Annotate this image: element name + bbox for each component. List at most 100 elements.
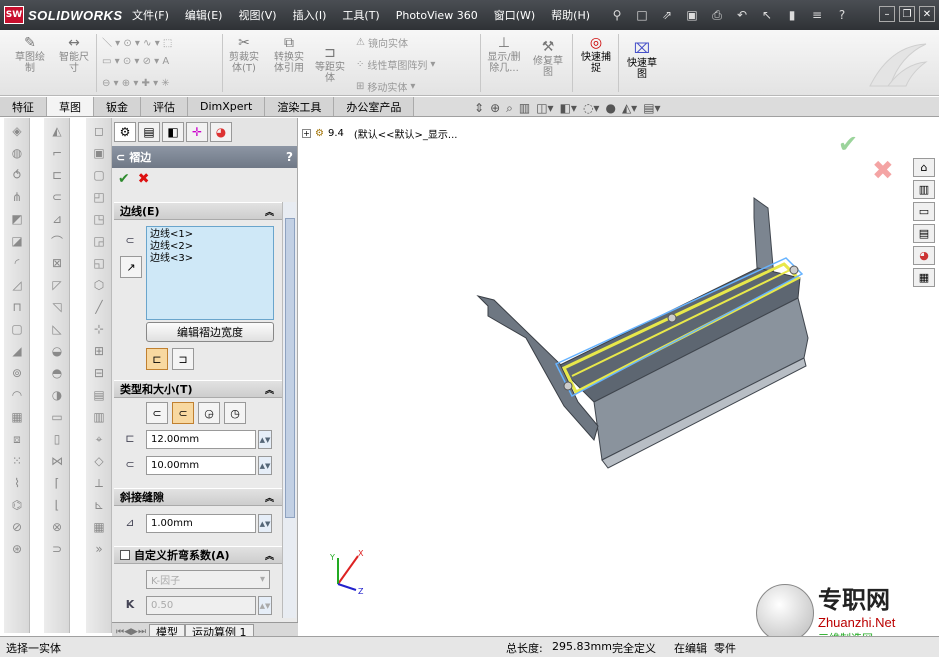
coordinate-tool-icon[interactable]: ⊾ xyxy=(89,496,109,514)
menu-insert[interactable]: 插入(I) xyxy=(285,0,335,30)
bend-outside-icon[interactable]: ⊐ xyxy=(172,348,194,370)
cut-icon[interactable]: ◪ xyxy=(7,232,27,250)
repair-sketch-button[interactable]: ⚒ 修复草 图 xyxy=(528,38,568,79)
scrollbar-thumb[interactable] xyxy=(285,218,295,518)
isometric-icon[interactable]: ⬡ xyxy=(89,276,109,294)
dimxpert-manager-tab-icon[interactable]: ✛ xyxy=(186,122,208,142)
expand-icon[interactable]: + xyxy=(302,129,311,138)
extrude-icon[interactable]: ◈ xyxy=(7,122,27,140)
pattern-feature-icon[interactable]: ⁙ xyxy=(7,452,27,470)
hem-rolled-icon[interactable]: ◷ xyxy=(224,402,246,424)
zoom-to-fit-icon[interactable]: ⇕ xyxy=(474,101,484,116)
reverse-direction-icon[interactable]: ↗ xyxy=(120,256,142,278)
tab-sheet-metal[interactable]: 钣金 xyxy=(94,97,141,116)
pm-scrollbar[interactable] xyxy=(282,202,296,618)
view-bottom-icon[interactable]: ◱ xyxy=(89,254,109,272)
sheet-metal-part[interactable] xyxy=(468,188,828,478)
rib-icon[interactable]: ⊓ xyxy=(7,298,27,316)
sketched-bend-icon[interactable]: ⌒ xyxy=(47,232,67,250)
unfold-icon[interactable]: ◓ xyxy=(47,364,67,382)
minimize-icon[interactable]: – xyxy=(879,6,895,22)
mirror-entities-button[interactable]: ⚠ 镜向实体 xyxy=(356,35,408,50)
view-palette-icon[interactable]: ▤ xyxy=(913,224,935,243)
list-item[interactable]: 边线<1> xyxy=(150,229,270,241)
jog-icon[interactable]: ⊿ xyxy=(47,210,67,228)
shell-icon[interactable]: ▢ xyxy=(7,320,27,338)
gap-distance-input[interactable]: 10.00mm xyxy=(146,456,256,475)
combine-icon[interactable]: ⊛ xyxy=(7,540,27,558)
k-factor-input[interactable]: 0.50 xyxy=(146,596,256,615)
restore-icon[interactable]: ❐ xyxy=(899,6,915,22)
closed-corner-icon[interactable]: ◸ xyxy=(47,276,67,294)
view-right-icon[interactable]: ◳ xyxy=(89,210,109,228)
confirm-ok-icon[interactable]: ✔ xyxy=(838,130,858,158)
menu-edit[interactable]: 编辑(E) xyxy=(177,0,231,30)
scene-icon[interactable]: ◭▾ xyxy=(622,101,637,116)
list-item[interactable]: 边线<3> xyxy=(150,253,270,265)
tab-features[interactable]: 特征 xyxy=(0,97,47,116)
table-tool-icon[interactable]: ▤ xyxy=(89,386,109,404)
loft-icon[interactable]: ⋔ xyxy=(7,188,27,206)
revolve-icon[interactable]: ◍ xyxy=(7,144,27,162)
type-size-group-header[interactable]: 类型和大小(T) ︽ xyxy=(114,380,282,398)
property-manager-tab-icon[interactable]: ▤ xyxy=(138,122,160,142)
box-3d-icon[interactable]: ◻ xyxy=(89,122,109,140)
view-left-icon[interactable]: ◰ xyxy=(89,188,109,206)
chamfer-icon[interactable]: ◿ xyxy=(7,276,27,294)
material-inside-icon[interactable]: ⊏ xyxy=(146,348,168,370)
tab-nav-arrows-icon[interactable]: ⏮◀▶⏭ xyxy=(116,627,146,637)
miter-flange-icon[interactable]: ⊏ xyxy=(47,166,67,184)
custom-properties-icon[interactable]: ▦ xyxy=(913,268,935,287)
relation-tool-icon[interactable]: ⊟ xyxy=(89,364,109,382)
reference-tool-icon[interactable]: ▦ xyxy=(89,518,109,536)
sheet-metal-icon[interactable]: ⊃ xyxy=(47,540,67,558)
sketch-button[interactable]: ✎ 草图绘 制 xyxy=(8,34,52,75)
note-tool-icon[interactable]: ▥ xyxy=(89,408,109,426)
forming-tool-icon[interactable]: ◒ xyxy=(47,342,67,360)
smart-dimension-button[interactable]: ↔ 智能尺 寸 xyxy=(54,34,94,75)
cross-break-icon[interactable]: ⊠ xyxy=(47,254,67,272)
line-tool-icon[interactable]: ╱ xyxy=(89,298,109,316)
rip-icon[interactable]: ⋈ xyxy=(47,452,67,470)
miter-gap-input[interactable]: 1.00mm xyxy=(146,514,256,533)
sweep-icon[interactable]: ⥀ xyxy=(7,166,27,184)
display-delete-relations-button[interactable]: ⊥ 显示/删 除几... xyxy=(484,34,524,75)
new-document-icon[interactable]: □ xyxy=(631,6,653,24)
tab-render-tools[interactable]: 渲染工具 xyxy=(265,97,335,116)
menu-help[interactable]: 帮助(H) xyxy=(543,0,598,30)
section-view-icon[interactable]: ▥ xyxy=(519,101,530,116)
hem-open-icon[interactable]: ⊂ xyxy=(172,402,194,424)
select-icon[interactable]: ↖ xyxy=(756,6,778,24)
hem-tear-drop-icon[interactable]: ◶ xyxy=(198,402,220,424)
hem-icon[interactable]: ⊂ xyxy=(47,188,67,206)
hole-icon[interactable]: ⊚ xyxy=(7,364,27,382)
break-corner-icon[interactable]: ◺ xyxy=(47,320,67,338)
tab-sketch[interactable]: 草图 xyxy=(47,97,94,116)
axis-tool-icon[interactable]: ⟂ xyxy=(89,474,109,492)
edge-flange-icon[interactable]: ⌐ xyxy=(47,144,67,162)
file-explorer-icon[interactable]: ▭ xyxy=(913,202,935,221)
edit-hem-width-button[interactable]: 编辑褶边宽度 xyxy=(146,322,274,342)
configuration-manager-tab-icon[interactable]: ◧ xyxy=(162,122,184,142)
linear-pattern-button[interactable]: ⁘ 线性草图阵列 ▾ xyxy=(356,57,435,72)
menu-window[interactable]: 窗口(W) xyxy=(486,0,543,30)
view-front-icon[interactable]: ▣ xyxy=(89,144,109,162)
custom-bend-checkbox[interactable] xyxy=(120,550,130,560)
previous-view-icon[interactable]: ⌕ xyxy=(506,101,513,116)
sketch-entities-tools-3[interactable]: ⊖ ▾ ⊕ ▾ ✚ ▾ ✳ xyxy=(102,78,170,89)
dimension-tool-icon[interactable]: ⊞ xyxy=(89,342,109,360)
help-button[interactable]: ? xyxy=(286,150,293,164)
fillet-icon[interactable]: ◜ xyxy=(7,254,27,272)
boundary-icon[interactable]: ◩ xyxy=(7,210,27,228)
flyout-tree[interactable]: + ⚙ 9.4 (默认<<默认>_显示... xyxy=(302,126,457,141)
dome-icon[interactable]: ◠ xyxy=(7,386,27,404)
open-icon[interactable]: ⇗ xyxy=(656,6,678,24)
collapse-icon[interactable]: ︽ xyxy=(265,205,274,218)
offset-entities-button[interactable]: ⊐ 等距实 体 xyxy=(310,44,350,85)
trim-entities-button[interactable]: ✂ 剪裁实 体(T) xyxy=(226,34,262,75)
sketch-entities-tools-2[interactable]: ▭ ▾ ⊙ ▾ ⊘ ▾ A xyxy=(102,56,169,67)
vent-icon[interactable]: ⊗ xyxy=(47,518,67,536)
pin-icon[interactable]: ⚲ xyxy=(606,6,628,24)
point-tool-icon[interactable]: ⊹ xyxy=(89,320,109,338)
quick-snaps-button[interactable]: ◎ 快速捕 捉 xyxy=(576,34,616,75)
